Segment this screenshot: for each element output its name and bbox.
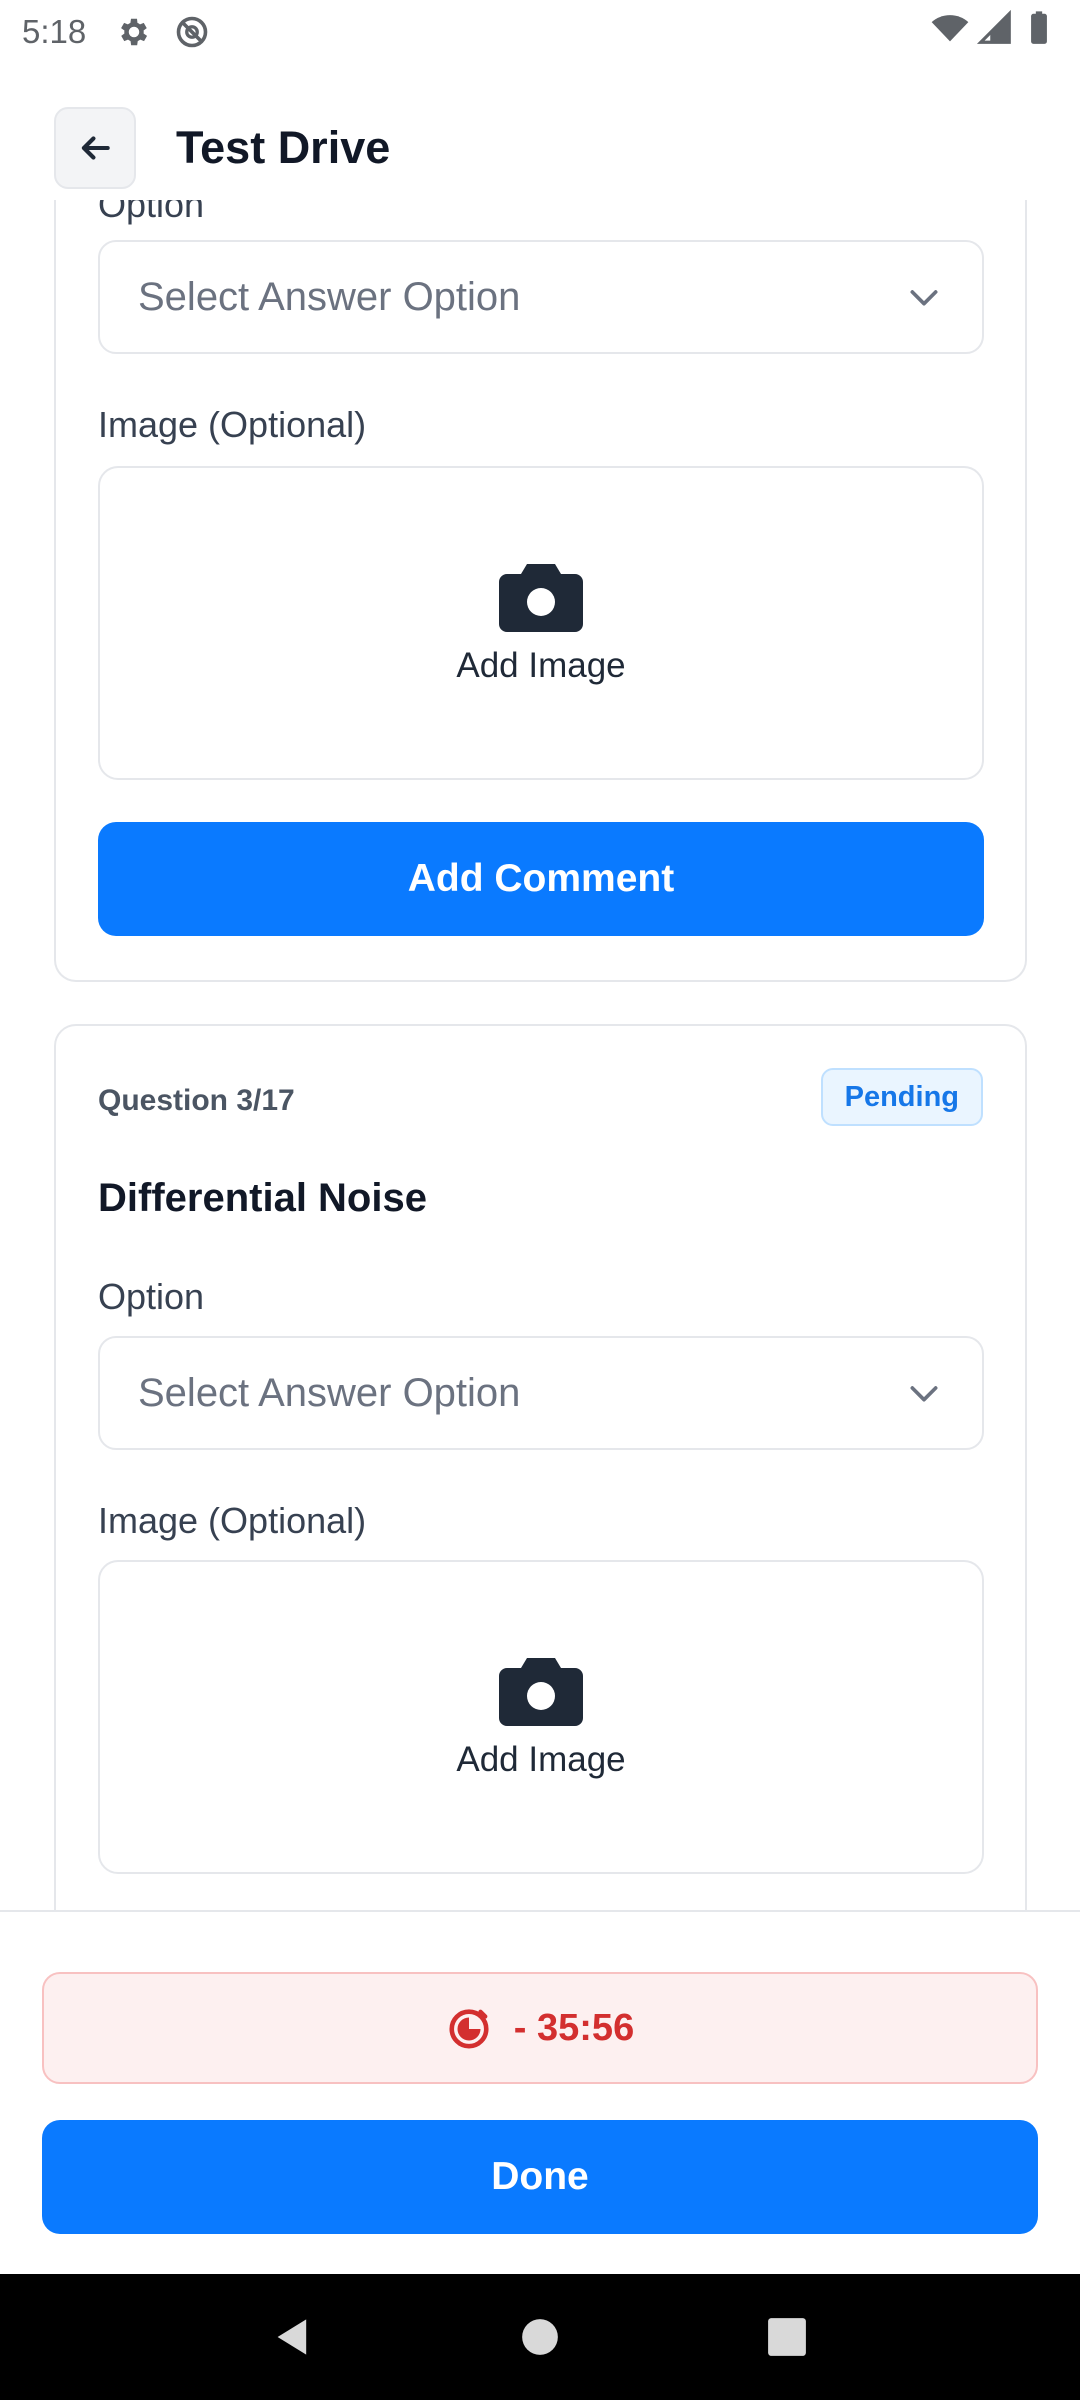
select-placeholder: Select Answer Option <box>138 1370 521 1415</box>
select-placeholder: Select Answer Option <box>138 274 521 319</box>
bottom-action-bar: - 35:56 Done <box>0 1910 1080 2274</box>
add-comment-button[interactable]: Add Comment <box>98 822 984 936</box>
back-button[interactable] <box>54 107 136 189</box>
add-image-label: Add Image <box>456 646 626 685</box>
page-title: Test Drive <box>176 122 391 173</box>
wifi-icon <box>930 8 970 56</box>
signal-icon <box>976 9 1014 55</box>
chevron-down-icon <box>904 1373 944 1413</box>
question-number: Question 3/17 <box>98 1084 295 1117</box>
nav-home-icon[interactable] <box>510 2307 570 2367</box>
answer-option-select[interactable]: Select Answer Option <box>98 240 984 354</box>
chevron-down-icon <box>904 277 944 317</box>
option-label: Option <box>98 1276 205 1317</box>
done-button[interactable]: Done <box>42 2120 1038 2234</box>
add-image-label: Add Image <box>456 1740 626 1779</box>
timer-text: - 35:56 <box>513 2006 635 2049</box>
status-time: 5:18 <box>22 13 87 50</box>
top-app-bar: Test Drive <box>0 96 1080 200</box>
add-image-area[interactable]: Add Image <box>98 1560 984 1874</box>
countdown-timer: - 35:56 <box>42 1972 1038 2084</box>
status-badge: Pending <box>820 1068 983 1126</box>
add-image-area[interactable]: Add Image <box>98 466 984 780</box>
question-card-previous: Option Select Answer Option Image (Optio… <box>54 200 1027 982</box>
timer-icon <box>446 2005 492 2051</box>
no-sync-icon <box>174 14 210 50</box>
battery-icon <box>1020 9 1058 55</box>
gear-icon <box>116 14 152 50</box>
option-label: Option <box>98 200 205 225</box>
camera-icon <box>499 1654 583 1726</box>
status-right <box>930 8 1058 56</box>
arrow-left-icon <box>76 129 114 167</box>
screen: 5:18 Test Drive Option Select Answer Opt… <box>0 0 1080 2400</box>
answer-option-select[interactable]: Select Answer Option <box>98 1336 984 1450</box>
camera-icon <box>499 560 583 632</box>
image-label: Image (Optional) <box>98 1500 367 1541</box>
nav-back-icon[interactable] <box>263 2307 323 2367</box>
system-nav-bar <box>0 2274 1080 2400</box>
question-list[interactable]: Option Select Answer Option Image (Optio… <box>0 200 1080 1910</box>
nav-recents-icon[interactable] <box>757 2307 817 2367</box>
question-card: Question 3/17 Pending Differential Noise… <box>54 1024 1027 1910</box>
question-title: Differential Noise <box>98 1176 427 1220</box>
image-label: Image (Optional) <box>98 404 367 445</box>
status-bar: 5:18 <box>0 0 1080 64</box>
